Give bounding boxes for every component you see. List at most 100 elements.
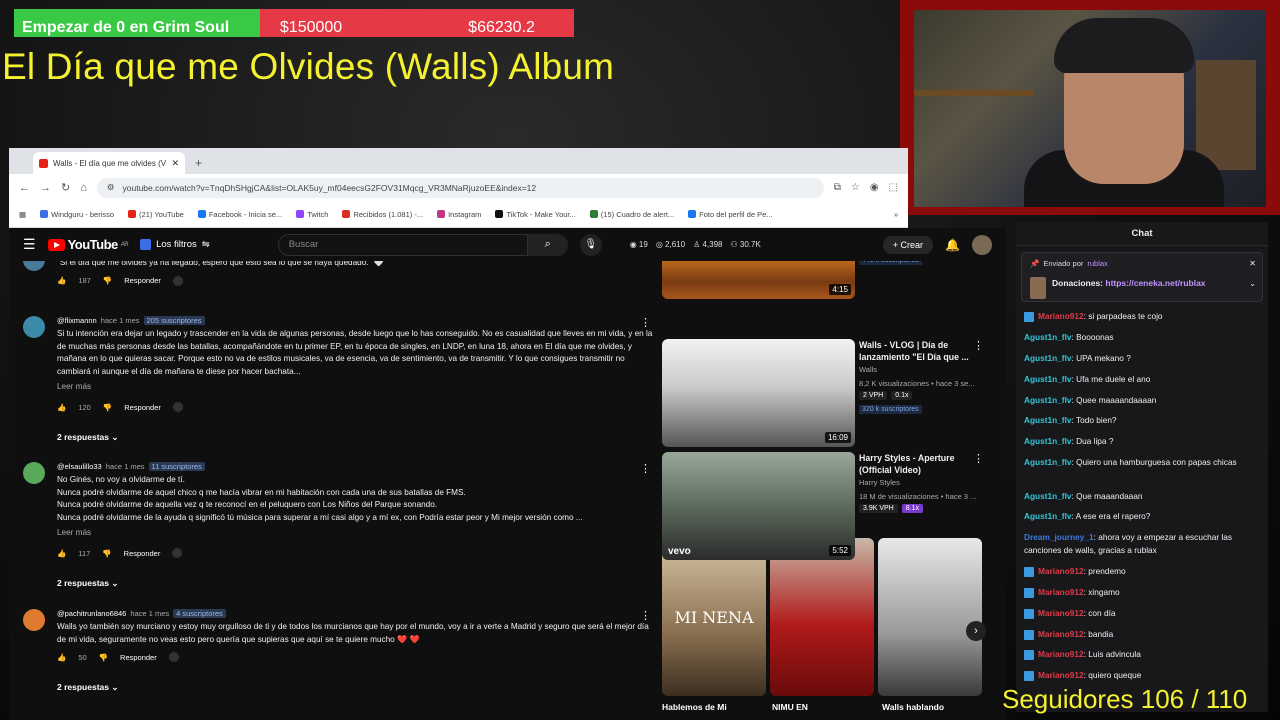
chat-username[interactable]: Mariano912 bbox=[1038, 649, 1084, 659]
chat-username[interactable]: Agust1n_flv bbox=[1024, 395, 1071, 405]
filters-button[interactable]: Los filtros ⇋ bbox=[140, 239, 210, 250]
chat-text: : prendemo bbox=[1083, 566, 1126, 576]
pinned-link[interactable]: https://ceneka.net/rublax bbox=[1105, 278, 1205, 288]
like-icon[interactable]: 👍 bbox=[57, 276, 66, 285]
bell-icon[interactable]: 🔔 bbox=[945, 238, 960, 252]
short-thumbnail[interactable]: MI NENA bbox=[662, 538, 766, 696]
comment-text: No Ginés, no voy a olvidarme de tí. Nunc… bbox=[57, 475, 583, 522]
more-icon[interactable]: ⋮ bbox=[973, 339, 984, 352]
short-thumbnail[interactable] bbox=[770, 538, 874, 696]
reload-icon[interactable]: ↻ bbox=[61, 181, 70, 194]
bookmark-item[interactable]: (21) YouTube bbox=[128, 210, 184, 219]
dislike-icon[interactable]: 👎 bbox=[99, 653, 108, 662]
short-title[interactable]: NIMU EN bbox=[772, 702, 878, 712]
chat-username[interactable]: Agust1n_flv bbox=[1024, 511, 1071, 521]
unpin-icon[interactable]: ✕ bbox=[1249, 259, 1256, 268]
chat-username[interactable]: Agust1n_flv bbox=[1024, 332, 1071, 342]
comment-author[interactable]: @flixmannn bbox=[57, 316, 97, 325]
video-thumbnail[interactable]: 16:09 bbox=[662, 339, 855, 447]
star-icon[interactable]: ☆ bbox=[851, 182, 860, 193]
install-icon[interactable]: ⧉ bbox=[834, 182, 841, 193]
create-button[interactable]: + Crear bbox=[882, 235, 934, 254]
chat-username[interactable]: Agust1n_flv bbox=[1024, 457, 1071, 467]
replies-toggle[interactable]: 2 respuestas ⌄ bbox=[57, 578, 118, 589]
channel-name[interactable]: Walls bbox=[859, 365, 877, 374]
channel-name[interactable]: Harry Styles bbox=[859, 478, 900, 487]
dislike-icon[interactable]: 👎 bbox=[103, 276, 112, 285]
chat-username[interactable]: Agust1n_flv bbox=[1024, 415, 1071, 425]
like-icon[interactable]: 👍 bbox=[57, 653, 66, 662]
stat-value: 2,610 bbox=[665, 240, 686, 249]
video-thumbnail[interactable]: vevo 5:52 bbox=[662, 452, 855, 560]
chat-username[interactable]: Dream_journey_1 bbox=[1024, 532, 1094, 542]
chat-username[interactable]: Mariano912 bbox=[1038, 311, 1084, 321]
read-more-link[interactable]: Leer más bbox=[57, 382, 91, 391]
reply-button[interactable]: Responder bbox=[124, 549, 161, 558]
replies-toggle[interactable]: 2 respuestas ⌄ bbox=[57, 682, 118, 693]
back-icon[interactable]: ← bbox=[19, 182, 30, 194]
apps-icon[interactable]: ▦ bbox=[19, 210, 26, 219]
read-more-link[interactable]: Leer más bbox=[57, 528, 91, 537]
bookmark-item[interactable]: Instagram bbox=[437, 210, 481, 219]
bookmark-item[interactable]: Facebook - Inicia se... bbox=[197, 210, 282, 219]
chat-username[interactable]: Mariano912 bbox=[1038, 566, 1084, 576]
comment-author[interactable]: @pachitrunlano6846 bbox=[57, 609, 126, 618]
reply-button[interactable]: Responder bbox=[124, 276, 161, 285]
more-icon[interactable]: ⋮ bbox=[973, 452, 984, 465]
youtube-logo[interactable]: YouTube AR bbox=[47, 237, 129, 252]
short-title[interactable]: Hablemos de Mi bbox=[662, 702, 768, 712]
chat-username[interactable]: Mariano912 bbox=[1038, 608, 1084, 618]
bookmark-item[interactable]: TikTok - Make Your... bbox=[495, 210, 576, 219]
close-tab-icon[interactable]: ✕ bbox=[171, 158, 179, 169]
extension-icon[interactable]: ◉ bbox=[870, 182, 879, 193]
short-thumbnail[interactable] bbox=[878, 538, 982, 696]
chat-username[interactable]: Mariano912 bbox=[1038, 587, 1084, 597]
bookmark-favicon-icon bbox=[589, 210, 598, 218]
chat-username[interactable]: Agust1n_flv bbox=[1024, 353, 1071, 363]
replies-toggle[interactable]: 2 respuestas ⌄ bbox=[57, 432, 118, 443]
chat-username[interactable]: Mariano912 bbox=[1038, 670, 1084, 680]
more-bookmarks-icon[interactable]: » bbox=[894, 210, 898, 219]
bookmark-item[interactable]: Windguru - berisso bbox=[40, 210, 114, 219]
new-tab-icon[interactable]: + bbox=[195, 156, 202, 170]
chevron-right-icon[interactable]: › bbox=[966, 621, 986, 641]
video-title[interactable]: Harry Styles - Aperture (Official Video) bbox=[859, 452, 979, 476]
chat-username[interactable]: Agust1n_flv bbox=[1024, 491, 1071, 501]
avatar[interactable] bbox=[23, 261, 45, 271]
dislike-icon[interactable]: 👎 bbox=[103, 403, 112, 412]
puzzle-icon[interactable]: ⬚ bbox=[889, 182, 898, 193]
bookmark-item[interactable]: (15) Cuadro de alert... bbox=[589, 210, 674, 219]
short-title[interactable]: Walls hablando bbox=[882, 702, 988, 712]
avatar[interactable] bbox=[972, 234, 992, 255]
reply-button[interactable]: Responder bbox=[124, 403, 161, 412]
chat-username[interactable]: Agust1n_flv bbox=[1024, 436, 1071, 446]
avatar[interactable] bbox=[23, 462, 45, 484]
chevron-down-icon[interactable]: ⌄ bbox=[1249, 279, 1256, 288]
url-field[interactable]: ⚙ youtube.com/watch?v=TnqDhSHgjCA&list=O… bbox=[96, 177, 824, 198]
chat-username[interactable]: Agust1n_flv bbox=[1024, 374, 1071, 384]
search-icon[interactable]: ⌕ bbox=[527, 233, 568, 256]
video-thumbnail[interactable]: 4:15 bbox=[662, 261, 855, 299]
stat-item: ♙ 4,398 bbox=[693, 240, 722, 249]
like-icon[interactable]: 👍 bbox=[57, 549, 66, 558]
home-icon[interactable]: ⌂ bbox=[80, 182, 87, 194]
site-info-icon[interactable]: ⚙ bbox=[107, 182, 115, 193]
menu-icon[interactable]: ☰ bbox=[23, 236, 36, 253]
reply-button[interactable]: Responder bbox=[120, 653, 157, 662]
search-input[interactable]: Buscar bbox=[277, 233, 528, 256]
bookmark-item[interactable]: Foto del perfil de Pe... bbox=[688, 210, 773, 219]
comment-author[interactable]: @elsaulillo33 bbox=[57, 462, 102, 471]
forward-icon[interactable]: → bbox=[40, 182, 51, 194]
chat-username[interactable]: Mariano912 bbox=[1038, 629, 1084, 639]
chat-message: Mariano912: si parpadeas te cojo bbox=[1024, 310, 1254, 323]
avatar[interactable] bbox=[23, 316, 45, 338]
mic-icon[interactable]: 🎙 bbox=[579, 233, 602, 256]
video-title[interactable]: Walls - VLOG | Día de lanzamiento "El Dí… bbox=[859, 339, 979, 363]
dislike-icon[interactable]: 👎 bbox=[102, 549, 111, 558]
browser-tab[interactable]: Walls - El día que me olvides (V ✕ bbox=[33, 152, 185, 174]
bookmark-item[interactable]: Recibidos (1.081) -... bbox=[342, 210, 423, 219]
like-icon[interactable]: 👍 bbox=[57, 403, 66, 412]
pinned-message[interactable]: 📌 Enviado por rublax ✕ Donaciones: https… bbox=[1021, 252, 1263, 302]
bookmark-item[interactable]: Twitch bbox=[296, 210, 328, 219]
avatar[interactable] bbox=[23, 609, 45, 631]
